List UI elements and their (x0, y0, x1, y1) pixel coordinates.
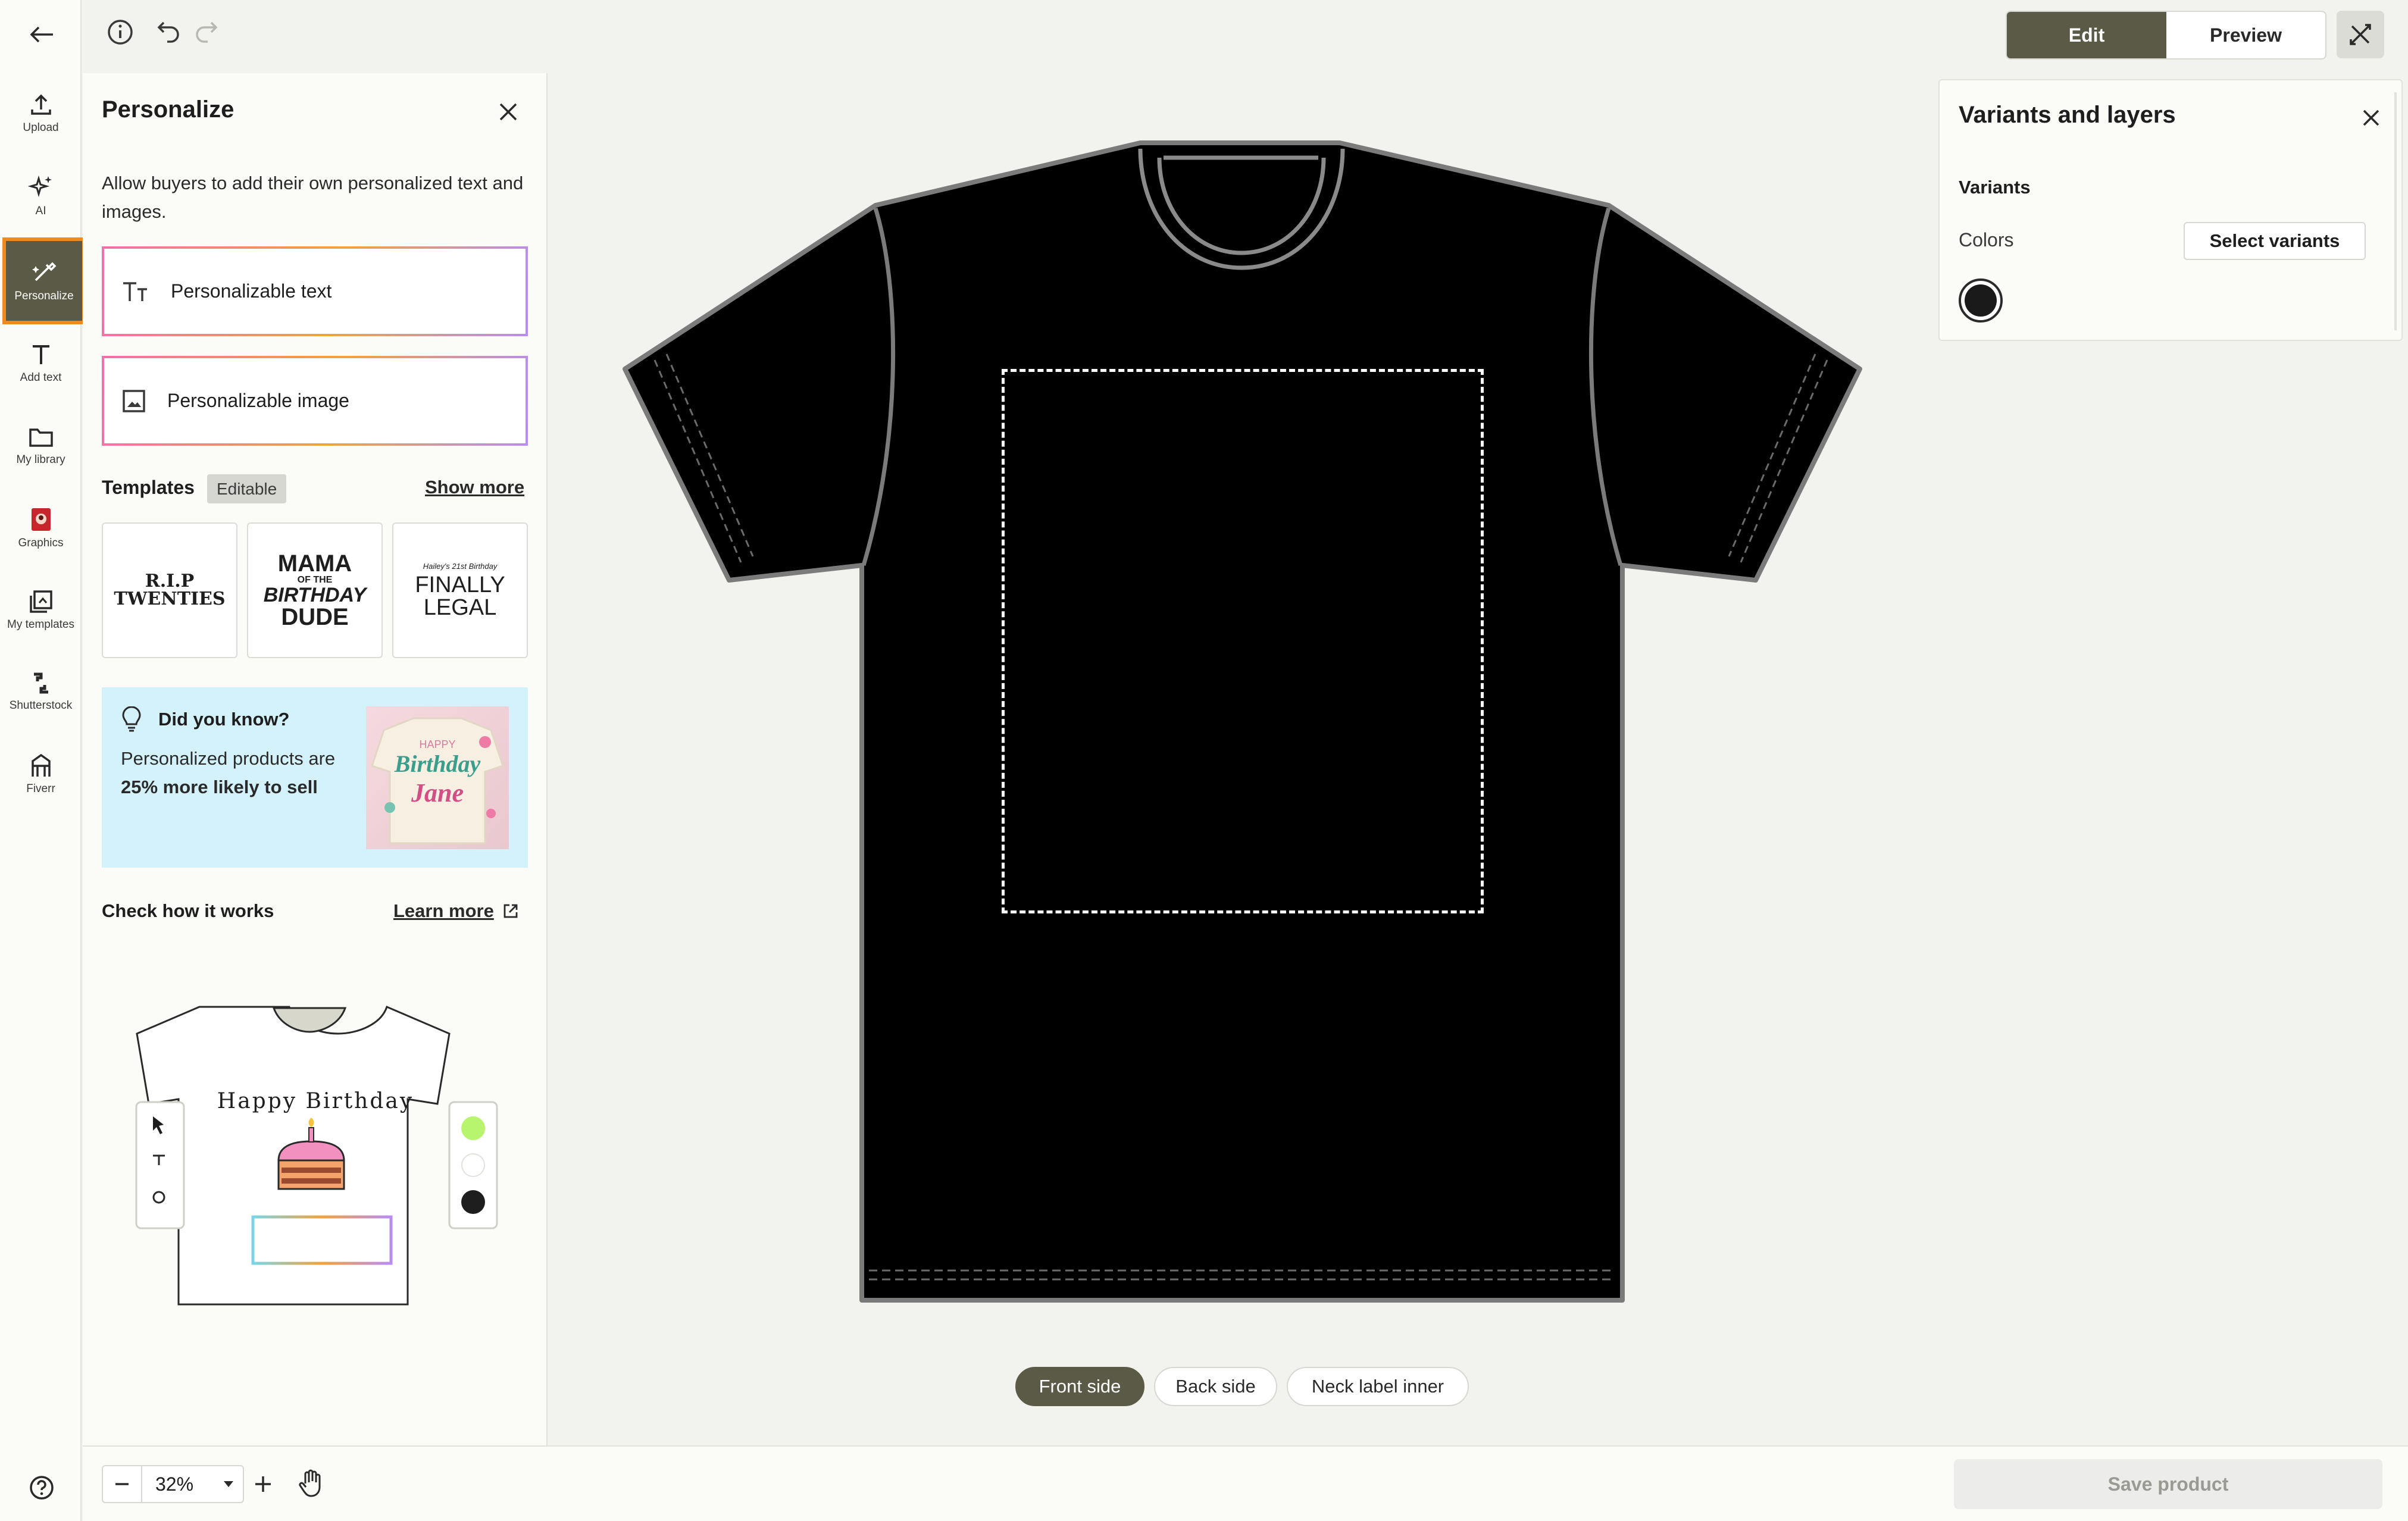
demo-happy-birthday-text: Happy Birthday (217, 1089, 414, 1113)
template-line: DUDE (281, 604, 349, 630)
rail-add-text[interactable]: Add text (0, 326, 82, 401)
tools-button[interactable] (2337, 11, 2384, 58)
template-line: LEGAL (423, 594, 497, 620)
templates-icon (29, 590, 52, 613)
template-card-finally-legal[interactable]: Hailey's 21st Birthday FINALLY LEGAL (392, 522, 528, 658)
text-icon (32, 345, 49, 364)
zoom-in-button[interactable] (246, 1467, 280, 1501)
sparkle-icon (27, 175, 52, 198)
colors-label: Colors (1959, 229, 2014, 251)
variants-heading: Variants (1959, 177, 2031, 198)
color-swatch-black[interactable] (1959, 278, 2003, 323)
info-icon[interactable] (104, 15, 137, 49)
editable-badge: Editable (207, 474, 287, 503)
zoom-value: 32% (155, 1473, 194, 1495)
personalizable-text-option[interactable]: Personalizable text (102, 246, 528, 336)
personalize-icon (32, 262, 57, 281)
edit-button[interactable]: Edit (2007, 12, 2166, 58)
how-it-works-illustration: Happy Birthday (122, 1000, 509, 1321)
birthday-tshirt-image: HAPPY Birthday Jane (366, 706, 509, 849)
print-area[interactable] (1002, 369, 1484, 913)
template-card-mama-birthday[interactable]: MAMA OF THE BIRTHDAY DUDE (247, 522, 383, 658)
show-more-link[interactable]: Show more (425, 477, 524, 498)
panel-description: Allow buyers to add their own personaliz… (102, 173, 524, 222)
option-label: Personalizable image (167, 390, 349, 411)
rail-upload[interactable]: Upload (0, 76, 82, 151)
variants-panel-title: Variants and layers (1959, 102, 2176, 128)
template-line: BIRTHDAY (263, 584, 367, 606)
rail-shutterstock[interactable]: Shutterstock (0, 655, 82, 730)
template-card-rip-twenties[interactable]: R.I.P TWENTIES (102, 522, 237, 658)
svg-text:Birthday: Birthday (394, 750, 481, 777)
zoom-control: 32% (102, 1465, 244, 1503)
template-line: FINALLY (415, 572, 505, 597)
rail-label: My library (16, 453, 65, 466)
check-how-it-works: Check how it works (102, 900, 274, 921)
lightbulb-icon (122, 706, 141, 732)
did-you-know-card: Did you know? Personalized products are … (102, 687, 528, 868)
preview-button[interactable]: Preview (2166, 12, 2325, 58)
rail-label: AI (35, 205, 46, 217)
rail-label: Upload (23, 121, 59, 134)
tab-neck-label-inner[interactable]: Neck label inner (1287, 1367, 1469, 1406)
rail-label: Shutterstock (9, 699, 73, 712)
tab-front-side[interactable]: Front side (1015, 1367, 1144, 1406)
redo-icon[interactable] (189, 15, 223, 49)
rail-label: Personalize (14, 290, 74, 302)
svg-text:HAPPY: HAPPY (419, 738, 455, 750)
tip-text: Personalized products are 25% more likel… (121, 748, 336, 797)
demo-color-swatch-green (461, 1116, 485, 1140)
external-link-icon (504, 904, 518, 918)
rail-label: Fiverr (26, 783, 55, 795)
option-label: Personalizable text (171, 280, 332, 302)
scrollbar[interactable] (2394, 92, 2397, 330)
demo-color-swatch-black (461, 1190, 485, 1214)
hand-icon[interactable] (294, 1466, 329, 1501)
select-variants-button[interactable]: Select variants (2184, 222, 2366, 260)
text-size-icon (123, 281, 147, 301)
zoom-out-button[interactable] (103, 1466, 142, 1502)
rail-label: My templates (7, 618, 74, 631)
shutterstock-icon (33, 672, 48, 694)
personalizable-image-option[interactable]: Personalizable image (102, 356, 528, 446)
learn-more-link[interactable]: Learn more (393, 900, 519, 922)
panel-title: Personalize (102, 96, 234, 123)
rail-label: Graphics (18, 537, 64, 549)
graphics-icon (31, 508, 51, 531)
chevron-down-icon (224, 1481, 233, 1487)
template-line: R.I.P (145, 571, 195, 592)
rail-ai[interactable]: AI (0, 158, 82, 233)
fiverr-icon (31, 753, 51, 777)
rail-label: Add text (20, 371, 62, 384)
close-icon[interactable] (2356, 103, 2386, 133)
template-line: TWENTIES (114, 589, 226, 609)
tip-title: Did you know? (158, 709, 290, 730)
zoom-select[interactable]: 32% (142, 1473, 243, 1495)
mode-toggle: Edit Preview (2006, 11, 2326, 60)
svg-text:Jane: Jane (411, 778, 464, 808)
tools-icon (2350, 24, 2371, 45)
rail-my-templates[interactable]: My templates (0, 573, 82, 648)
help-icon[interactable] (25, 1471, 58, 1504)
tab-back-side[interactable]: Back side (1154, 1367, 1277, 1406)
variants-panel: Variants and layers Variants Colors Sele… (1938, 79, 2403, 341)
rail-personalize[interactable]: Personalize (2, 237, 86, 324)
back-arrow-icon[interactable] (24, 18, 60, 51)
rail-graphics[interactable]: Graphics (0, 491, 82, 566)
left-rail: Upload AI Personalize Add text My librar… (0, 0, 86, 1521)
upload-icon (30, 94, 51, 115)
undo-icon[interactable] (152, 15, 186, 49)
folder-icon (29, 428, 53, 447)
image-icon (123, 389, 145, 412)
demo-color-swatch-white (461, 1153, 485, 1177)
template-line: MAMA (277, 550, 352, 577)
save-product-button[interactable]: Save product (1954, 1459, 2382, 1509)
templates-heading: Templates (102, 477, 195, 498)
learn-more-label: Learn more (393, 900, 494, 921)
rail-fiverr[interactable]: Fiverr (0, 737, 82, 812)
rail-my-library[interactable]: My library (0, 408, 82, 483)
close-icon[interactable] (493, 96, 524, 127)
template-line: Hailey's 21st Birthday (423, 561, 498, 571)
